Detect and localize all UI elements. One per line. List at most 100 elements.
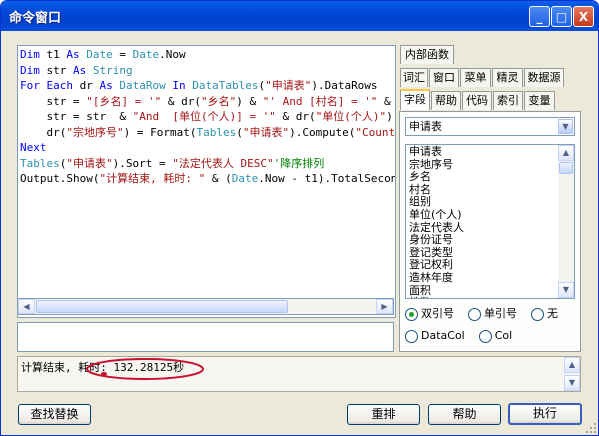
code-horizontal-scrollbar[interactable]: ◀ ▶ <box>17 298 394 315</box>
tab-page-fields: 申请表 ▼ 申请表 宗地序号 乡名 村名 组别 单位(个人) 法定代表人 身份证号 登记类型 登记… <box>399 111 581 352</box>
radio-label: 双引号 <box>421 307 454 320</box>
code-token: Date <box>132 48 160 61</box>
chevron-down-icon[interactable]: ▼ <box>558 119 573 134</box>
code-token: As <box>73 63 87 77</box>
code-token: t1 <box>39 48 67 61</box>
list-scroll-thumb[interactable] <box>559 162 573 174</box>
table-select[interactable]: 申请表 ▼ <box>405 117 575 136</box>
code-token: Output.Show( <box>20 172 100 185</box>
output-scrollbar[interactable]: ▲ ▼ <box>564 357 580 391</box>
scroll-right-arrow-icon[interactable]: ▶ <box>376 299 393 314</box>
tab-tabs_row1-1[interactable]: 窗口 <box>429 68 459 87</box>
radio-option[interactable]: DataCol <box>405 329 465 343</box>
radio-button-icon[interactable] <box>478 329 492 343</box>
radio-button-icon[interactable] <box>531 307 544 321</box>
code-token: Next <box>20 141 47 154</box>
list-item[interactable]: 申请表 <box>406 145 558 159</box>
code-token: As <box>66 48 80 61</box>
list-item[interactable]: 造林年度 <box>406 271 558 285</box>
code-token: .Now <box>159 48 186 61</box>
scroll-thumb[interactable] <box>36 300 288 313</box>
command-input[interactable] <box>17 322 394 352</box>
list-item[interactable]: 身份证号 <box>406 234 558 247</box>
code-token: "申请表" <box>242 125 290 139</box>
tab-tabs_row2-0[interactable]: 字段 <box>400 89 430 110</box>
scroll-down-arrow-icon[interactable]: ▼ <box>558 282 574 298</box>
tab-tabs_row2-4[interactable]: 变量 <box>524 91 555 110</box>
radio-button-icon[interactable] <box>405 329 418 343</box>
radio-option[interactable]: Col <box>478 329 512 343</box>
code-token: ).DataRows <box>311 79 378 92</box>
close-button[interactable]: X <box>573 6 594 27</box>
code-token: & dr(" <box>384 94 391 108</box>
code-token: For Each <box>20 79 73 92</box>
resize-grip-icon[interactable] <box>585 422 597 434</box>
list-item[interactable]: 乡名 <box>406 171 558 184</box>
code-token: str <box>39 63 73 77</box>
radio-button-icon[interactable] <box>405 307 418 321</box>
code-line: For Each dr As DataRow In DataTables("申请… <box>18 78 395 94</box>
code-token: DataRow <box>119 79 166 92</box>
tab-tabs_row1-4[interactable]: 数据源 <box>524 68 564 87</box>
code-token: ).Sort = <box>112 156 173 170</box>
radio-label: 单引号 <box>484 307 517 320</box>
code-token: ) & <box>386 110 393 123</box>
window-title: 命令窗口 <box>9 11 62 26</box>
code-token: ) & <box>236 94 263 108</box>
radio-option[interactable]: 双引号 <box>405 305 454 321</box>
code-token: .Now - t1).TotalSeconds & <box>258 172 396 185</box>
function-panel: 内部函数 词汇 窗口 菜单 精灵 数据源 字段 帮助 代码 索引 变量 申请表 ▼ 申请表 宗地序… <box>399 45 581 352</box>
scroll-up-arrow-icon[interactable]: ▲ <box>558 145 574 161</box>
code-line: Next <box>18 140 395 156</box>
radio-label: 无 <box>547 307 558 320</box>
maximize-button[interactable]: □ <box>551 6 572 27</box>
minimize-button[interactable]: _ <box>529 6 550 27</box>
code-line: str = str & "And [单位(个人)] = '" & dr("单位(… <box>18 109 395 125</box>
code-token: Date <box>86 48 113 61</box>
title-bar[interactable]: 命令窗口 _ □ X <box>1 1 598 31</box>
output-area: 计算结束, 耗时: 132.28125秒 ▲ ▼ <box>17 356 581 392</box>
find-replace-button[interactable]: 查找替换 <box>18 404 91 425</box>
execute-button[interactable]: 执行 <box>508 403 582 425</box>
field-list[interactable]: 申请表 宗地序号 乡名 村名 组别 单位(个人) 法定代表人 身份证号 登记类型 登记权利 造林年度… <box>405 144 575 299</box>
scroll-left-arrow-icon[interactable]: ◀ <box>18 299 35 314</box>
command-window: 命令窗口 _ □ X Dim t1 As Date = Date.Now Dim … <box>0 0 599 436</box>
code-line: Output.Show("计算结束, 耗时: " & (Date.Now - t… <box>18 171 395 187</box>
code-token: str = <box>20 94 87 108</box>
code-token: str = str & <box>20 110 133 123</box>
tab-tabs_row2-1[interactable]: 帮助 <box>431 91 461 110</box>
list-item[interactable]: 单位(个人) <box>406 208 558 222</box>
scroll-up-arrow-icon[interactable]: ▲ <box>564 357 580 373</box>
scroll-down-arrow-icon[interactable]: ▼ <box>564 375 580 391</box>
code-line: Dim t1 As Date = Date.Now <box>18 47 395 63</box>
code-token: "单位(个人)" <box>315 110 387 123</box>
code-token: ) = Format( <box>123 125 197 139</box>
code-token: Dim <box>20 63 40 77</box>
radio-label: DataCol <box>421 329 465 342</box>
list-item[interactable]: 株数 <box>406 297 558 298</box>
radio-option[interactable]: 单引号 <box>468 305 517 321</box>
code-token: In <box>172 79 186 92</box>
code-token: Tables <box>196 125 237 139</box>
code-token: "申请表" <box>66 156 113 170</box>
code-token: As <box>99 79 113 92</box>
code-token: "乡名" <box>200 94 237 108</box>
tab-tabs_row2-3[interactable]: 索引 <box>493 91 523 110</box>
table-select-value: 申请表 <box>409 120 442 133</box>
radio-button-icon[interactable] <box>468 307 481 321</box>
tab-tabs_row1-3[interactable]: 精灵 <box>492 68 523 87</box>
code-token: "宗地序号" <box>66 125 124 139</box>
help-button[interactable]: 帮助 <box>428 404 501 425</box>
tab-tabs_row1-2[interactable]: 菜单 <box>460 68 491 87</box>
reset-button[interactable]: 重排 <box>347 404 420 425</box>
code-token: Tables <box>20 156 60 170</box>
tab-internal-functions[interactable]: 内部函数 <box>400 45 454 64</box>
code-token: dr <box>72 79 100 92</box>
tab-tabs_row1-0[interactable]: 词汇 <box>400 68 428 87</box>
tab-tabs_row2-2[interactable]: 代码 <box>462 91 492 110</box>
field-list-scrollbar[interactable]: ▲ ▼ <box>558 145 574 298</box>
code-editor[interactable]: Dim t1 As Date = Date.Now Dim str As Stri… <box>17 45 396 318</box>
radio-option[interactable]: 无 <box>531 305 558 321</box>
code-token: dr( <box>20 125 67 139</box>
